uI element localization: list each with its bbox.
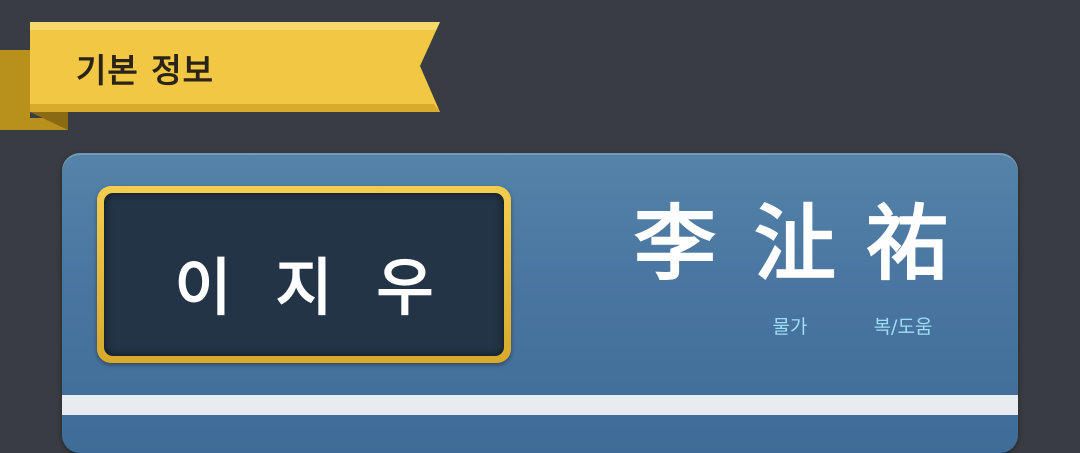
section-ribbon: 기본 정보 [0, 0, 460, 140]
section-title: 기본 정보 [76, 51, 214, 90]
korean-name: 이지우 [174, 251, 478, 324]
ribbon-shape [0, 22, 440, 130]
korean-name-plate: 이지우 [97, 186, 511, 363]
korean-name-plate-inner: 이지우 [104, 193, 504, 356]
card-body-strip [62, 395, 1018, 415]
hanja-name: 李 沚 祐 물가 복/도움 [620, 197, 960, 340]
hanja-char-3: 祐 [865, 197, 948, 292]
hanja-meaning-3: 복/도움 [873, 316, 933, 338]
hanja-char-2: 沚 [753, 197, 836, 292]
hanja-meaning-2: 물가 [772, 316, 808, 338]
hanja-char-1: 李 [633, 197, 716, 292]
